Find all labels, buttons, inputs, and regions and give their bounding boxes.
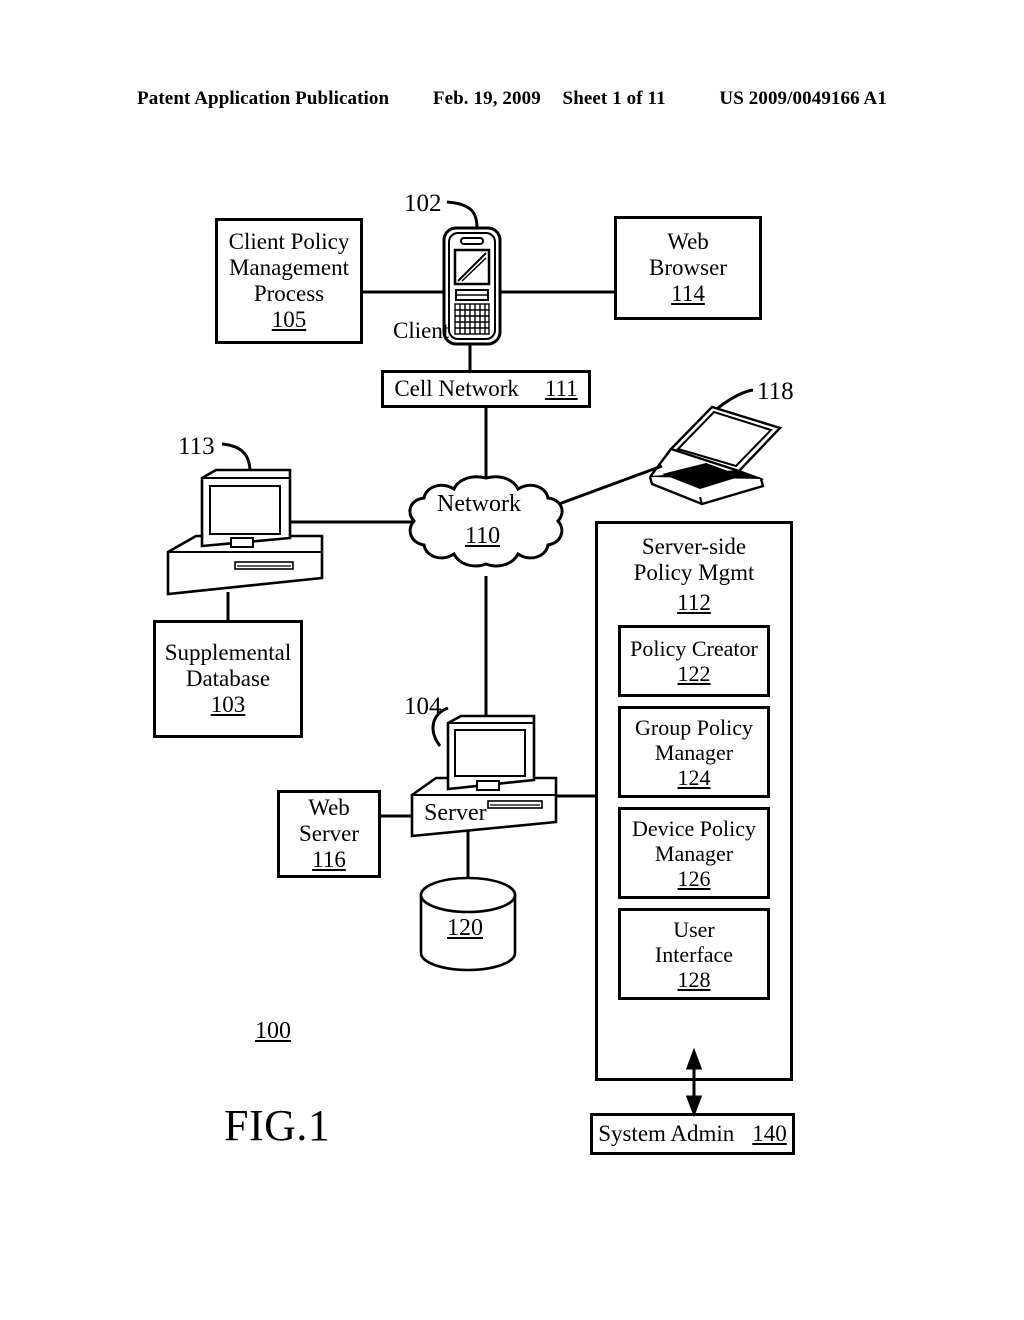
- server-side-policy-management-panel: Server-side Policy Mgmt 112 Policy Creat…: [595, 521, 793, 1081]
- user-interface-line-1: User: [673, 916, 715, 942]
- group-policy-manager-box: Group Policy Manager 124: [618, 706, 770, 799]
- cpmp-line-1: Client Policy: [228, 228, 350, 254]
- policy-panel-ref: 112: [677, 589, 711, 615]
- workstation-illustration: [166, 468, 324, 596]
- server-database-ref: 120: [447, 915, 483, 941]
- web-server-box: Web Server 116: [277, 790, 381, 878]
- group-policy-manager-line-1: Group Policy: [635, 714, 753, 740]
- network-cloud-ref: 110: [465, 523, 501, 549]
- web-browser-ref: 114: [671, 281, 705, 307]
- user-interface-line-2: Interface: [654, 941, 734, 967]
- supplemental-database-ref: 103: [210, 692, 246, 718]
- callout-118: 118: [757, 378, 794, 405]
- cpmp-ref: 105: [271, 307, 307, 333]
- cpmp-line-2: Management: [228, 254, 350, 280]
- policy-panel-title-line-2: Policy Mgmt: [633, 559, 755, 585]
- cell-network-box: Cell Network 111: [381, 370, 591, 408]
- cpmp-line-3: Process: [253, 281, 325, 306]
- network-cloud-label: Network: [437, 491, 521, 517]
- system-reference-label: 100: [255, 1018, 291, 1045]
- link-network-to-laptop: [547, 464, 663, 510]
- device-policy-manager-ref: 126: [677, 865, 711, 891]
- policy-panel-title-line-1: Server-side: [641, 534, 747, 559]
- system-admin-label: System Admin: [598, 1120, 735, 1146]
- server-label: Server: [424, 800, 487, 826]
- device-policy-manager-box: Device Policy Manager 126: [618, 807, 770, 900]
- web-browser-line-1: Web: [667, 228, 709, 254]
- leader-102: [446, 200, 479, 229]
- web-browser-box: Web Browser 114: [614, 216, 762, 320]
- policy-panel-title: Server-side Policy Mgmt: [634, 534, 755, 586]
- figure-label: FIG.1: [224, 1101, 331, 1150]
- device-policy-manager-line-1: Device Policy: [631, 815, 757, 841]
- policy-creator-line-1: Policy Creator: [630, 636, 758, 662]
- callout-102: 102: [404, 190, 442, 217]
- group-policy-manager-ref: 124: [677, 764, 711, 790]
- cell-network-ref: 111: [544, 375, 578, 401]
- web-server-line-1: Web: [308, 794, 350, 820]
- leader-113: [221, 442, 252, 473]
- system-reference-number: 100: [255, 1018, 291, 1044]
- web-browser-line-2: Browser: [649, 254, 727, 280]
- client-label: Client: [393, 318, 450, 343]
- group-policy-manager-line-2: Manager: [654, 739, 734, 765]
- user-interface-ref: 128: [677, 966, 711, 992]
- cell-network-label: Cell Network: [394, 375, 519, 401]
- web-server-line-2: Server: [298, 820, 360, 846]
- laptop-illustration: [648, 405, 783, 506]
- supplemental-database-box: Supplemental Database 103: [153, 620, 303, 738]
- supplemental-database-line-1: Supplemental: [164, 639, 292, 665]
- policy-creator-ref: 122: [677, 661, 711, 687]
- callout-104: 104: [404, 693, 442, 720]
- device-policy-manager-line-2: Manager: [654, 840, 734, 866]
- policy-creator-box: Policy Creator 122: [618, 625, 770, 698]
- user-interface-box: User Interface 128: [618, 908, 770, 1001]
- supplemental-database-line-2: Database: [185, 665, 271, 691]
- client-policy-management-process-box: Client Policy Management Process 105: [215, 218, 363, 344]
- web-server-ref: 116: [312, 847, 346, 873]
- patent-figure-page: Patent Application Publication Feb. 19, …: [0, 0, 1024, 1320]
- system-admin-ref: 140: [752, 1120, 787, 1146]
- callout-113: 113: [178, 433, 215, 460]
- system-admin-box: System Admin 140: [590, 1113, 795, 1155]
- client-device-illustration: [442, 226, 502, 346]
